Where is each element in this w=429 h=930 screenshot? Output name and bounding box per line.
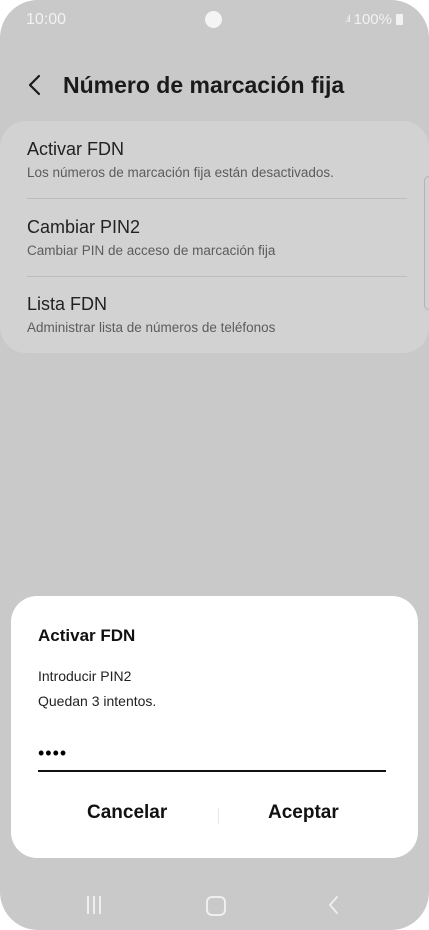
pin2-input[interactable] bbox=[38, 736, 386, 772]
dialog-title: Activar FDN bbox=[38, 626, 136, 645]
divider bbox=[27, 198, 407, 199]
settings-item-label: Cambiar PIN2 bbox=[27, 217, 141, 237]
accept-button[interactable]: Aceptar bbox=[268, 802, 339, 824]
settings-item-activar-fdn[interactable]: Activar FDN Los números de marcación fij… bbox=[27, 139, 407, 180]
settings-item-cambiar-pin2[interactable]: Cambiar PIN2 Cambiar PIN de acceso de ma… bbox=[27, 217, 407, 258]
dialog-prompt: Introducir PIN2 bbox=[38, 668, 132, 684]
battery-icon bbox=[396, 14, 403, 25]
settings-item-sub: Cambiar PIN de acceso de marcación fija bbox=[27, 243, 276, 258]
cancel-button[interactable]: Cancelar bbox=[87, 802, 167, 824]
settings-item-sub: Administrar lista de números de teléfono… bbox=[27, 320, 276, 335]
nav-back-icon[interactable] bbox=[326, 894, 342, 916]
pin-dialog: Activar FDN Introducir PIN2 Quedan 3 int… bbox=[11, 596, 418, 858]
page-title: Número de marcación fija bbox=[63, 72, 345, 98]
settings-item-label: Lista FDN bbox=[27, 294, 108, 314]
settings-card: Activar FDN Los números de marcación fij… bbox=[0, 121, 429, 353]
screen: 10:00 .ıl 100% Número de marcación fija … bbox=[0, 0, 429, 930]
back-arrow-icon[interactable] bbox=[26, 72, 46, 98]
home-icon[interactable] bbox=[206, 896, 226, 916]
settings-item-sub: Los números de marcación fija están desa… bbox=[27, 165, 334, 180]
edge-panel-handle[interactable] bbox=[424, 176, 429, 310]
dialog-attempts: Quedan 3 intentos. bbox=[38, 693, 157, 709]
settings-item-lista-fdn[interactable]: Lista FDN Administrar lista de números d… bbox=[27, 294, 407, 335]
battery-percent: 100% bbox=[353, 11, 392, 28]
front-camera-icon bbox=[205, 11, 222, 28]
status-bar: 10:00 .ıl 100% bbox=[0, 0, 429, 40]
status-time: 10:00 bbox=[26, 11, 67, 28]
recent-apps-icon[interactable] bbox=[87, 896, 105, 914]
divider bbox=[27, 276, 407, 277]
navigation-bar bbox=[0, 880, 429, 930]
settings-item-label: Activar FDN bbox=[27, 139, 125, 159]
status-right: .ıl 100% bbox=[345, 11, 403, 28]
signal-icon: .ıl bbox=[344, 14, 351, 25]
app-header: Número de marcación fija bbox=[0, 62, 429, 108]
button-divider bbox=[218, 808, 219, 824]
